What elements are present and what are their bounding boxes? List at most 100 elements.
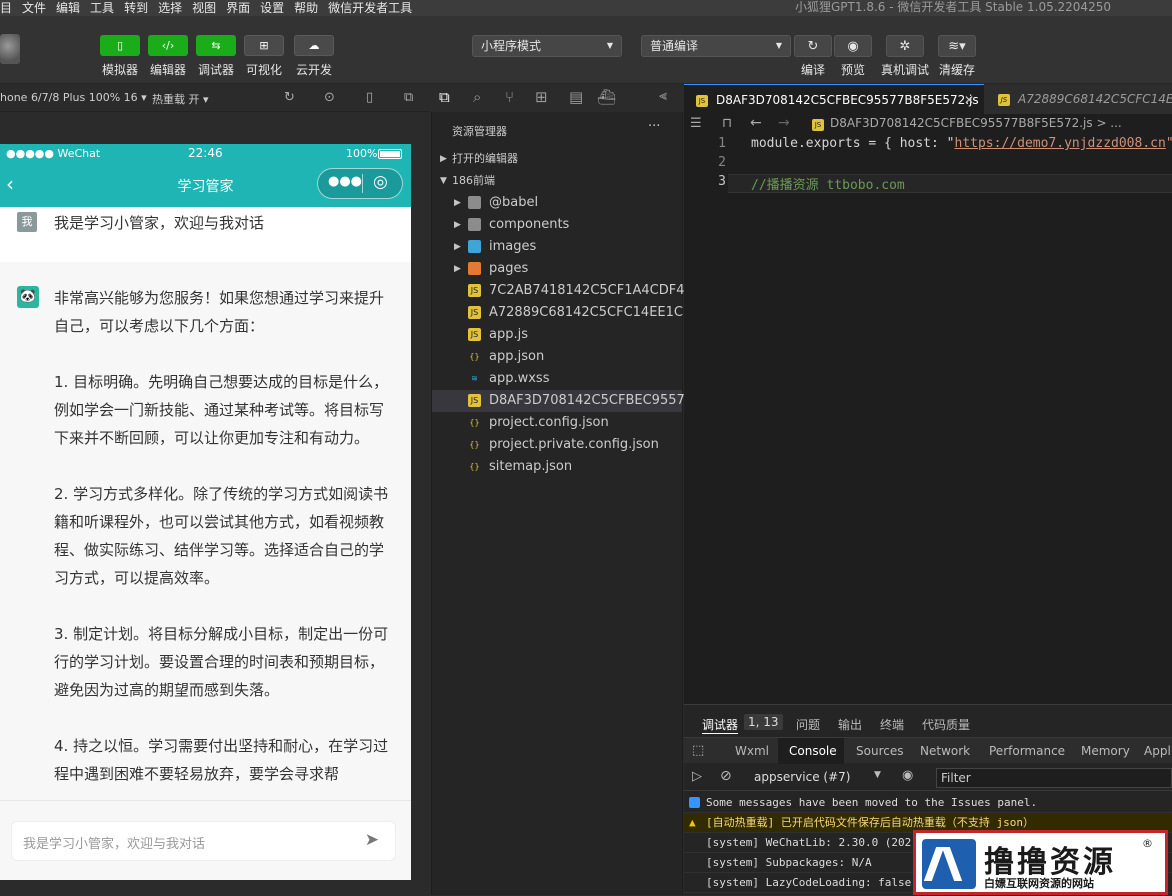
compile-select[interactable]: 普通编译 ▼	[641, 35, 791, 57]
menu-item-edit[interactable]: 编辑	[56, 0, 80, 16]
stop-icon[interactable]: ⊙	[324, 90, 335, 105]
more-icon[interactable]: ···	[648, 119, 660, 134]
file-tree-item-label: project.private.config.json	[489, 437, 659, 452]
code-url[interactable]: https://demo7.ynjdzzd008.cn	[955, 136, 1166, 151]
menu-item-wechat-devtools[interactable]: 微信开发者工具	[328, 0, 412, 16]
breadcrumb[interactable]: D8AF3D708142C5CFBEC95577B8F5E572.js > ..…	[830, 116, 1122, 130]
menu-item-interface[interactable]: 界面	[226, 0, 250, 16]
list-icon[interactable]: ☰	[690, 116, 702, 131]
open-editors-section[interactable]: ▶ 打开的编辑器	[432, 148, 682, 170]
log-text: [自动热重载] 已开启代码文件保存后自动热重载（不支持 json）	[706, 816, 1034, 829]
chat-input[interactable]: 我是学习小管家，欢迎与我对话 ➤	[11, 821, 396, 861]
detach-icon[interactable]: ⧉	[404, 90, 413, 105]
menu-item-project[interactable]: 目	[0, 0, 12, 16]
menu-item-select[interactable]: 选择	[158, 0, 182, 16]
tab-a72889[interactable]: JS A72889C68142C5CFC14EE1	[986, 84, 1172, 114]
tab-output[interactable]: 输出	[838, 716, 862, 733]
file-tree-item[interactable]: ≋ app.wxss	[432, 368, 682, 390]
chevron-down-icon: ▼	[775, 41, 782, 50]
eye-icon[interactable]: ◉	[902, 768, 913, 783]
docker-icon[interactable]: ⛴	[597, 88, 616, 106]
menu-bar: 目 文件 编辑 工具 转到 选择 视图 界面 设置 帮助 微信开发者工具 小狐狸…	[0, 0, 1172, 16]
hot-reload-select[interactable]: 热重载 开 ▾	[152, 91, 209, 107]
extensions-icon[interactable]: ⊞	[535, 88, 548, 106]
tab-memory[interactable]: Memory	[1081, 744, 1130, 758]
editor-button[interactable]: ‹/›	[148, 35, 188, 56]
file-tree-item[interactable]: ▶ @babel	[432, 192, 682, 214]
code-editor[interactable]: ☰ ⊓ ← → JS D8AF3D708142C5CFBEC95577B8F5E…	[684, 114, 1172, 704]
bookmark-icon[interactable]: ⊓	[722, 116, 732, 131]
menu-item-goto[interactable]: 转到	[124, 0, 148, 16]
menu-item-view[interactable]: 视图	[192, 0, 216, 16]
tab-performance[interactable]: Performance	[989, 744, 1065, 758]
file-tree-item-label: 7C2AB7418142C5CF1A4CDF464...	[489, 283, 714, 298]
search-icon[interactable]: ⌕	[473, 88, 481, 106]
more-icon[interactable]: ●●●	[328, 174, 362, 189]
file-tree-item[interactable]: {} sitemap.json	[432, 456, 682, 478]
file-tree-item[interactable]: ▶ components	[432, 214, 682, 236]
explorer-panel: 资源管理器 ··· ▶ 打开的编辑器 ▼ 186前端 ▶ @babel ▶ compo…	[431, 112, 714, 895]
file-tree-item[interactable]: JS D8AF3D708142C5CFBEC95577B...	[432, 390, 714, 412]
tab-console[interactable]: Console	[789, 744, 837, 758]
compile-button[interactable]: ↻	[794, 35, 832, 57]
debugger-button[interactable]: ⇆	[196, 35, 236, 56]
tab-problems[interactable]: 问题	[796, 716, 820, 733]
menu-item-tools[interactable]: 工具	[90, 0, 114, 16]
back-arrow-icon[interactable]: ←	[750, 115, 762, 131]
close-icon[interactable]: ✕	[964, 85, 974, 115]
phone-icon[interactable]: ▯	[366, 90, 373, 105]
tab-d8af3d[interactable]: JS D8AF3D708142C5CFBEC95577B8F5E572.js ✕	[684, 84, 984, 114]
file-tree-item[interactable]: JS app.js	[432, 324, 682, 346]
collapse-icon[interactable]: ⫷	[659, 88, 667, 104]
file-tree-item[interactable]: ▶ pages	[432, 258, 682, 280]
close-icon[interactable]: ◎	[373, 172, 388, 192]
sidebar-toggle-icon[interactable]: ▷	[692, 769, 702, 784]
preview-button[interactable]: ◉	[834, 35, 872, 57]
avatar[interactable]	[0, 34, 20, 64]
forward-arrow-icon[interactable]: →	[778, 115, 790, 131]
git-icon[interactable]: ⑂	[505, 88, 514, 106]
folder-icon	[468, 240, 481, 253]
file-tree-item[interactable]: {} project.config.json	[432, 412, 682, 434]
menu-item-settings[interactable]: 设置	[260, 0, 284, 16]
mode-select[interactable]: 小程序模式 ▼	[472, 35, 622, 57]
clear-cache-button[interactable]: ≋▾	[938, 35, 976, 57]
chevron-right-icon[interactable]: ▶	[454, 236, 461, 258]
panel-icon[interactable]: ▤	[569, 88, 583, 106]
simulator-button[interactable]: ▯	[100, 35, 140, 56]
menu-item-file[interactable]: 文件	[22, 0, 46, 16]
context-select[interactable]: appservice (#7)	[754, 770, 850, 784]
file-tree-item[interactable]: JS A72889C68142C5CFC14EE1C14...	[432, 302, 712, 324]
refresh-icon[interactable]: ↻	[284, 90, 295, 105]
project-section[interactable]: ▼ 186前端	[432, 170, 682, 192]
file-tree-item[interactable]: ▶ images	[432, 236, 682, 258]
code-icon: ‹/›	[161, 39, 175, 52]
tab-code-quality[interactable]: 代码质量	[922, 716, 970, 733]
remote-debug-button[interactable]: ✲	[886, 35, 924, 57]
tab-network[interactable]: Network	[920, 744, 970, 758]
clear-console-icon[interactable]: ⊘	[720, 768, 732, 784]
chevron-right-icon[interactable]: ▶	[454, 192, 461, 214]
tab-debugger[interactable]: 调试器	[702, 716, 739, 734]
tab-wxml[interactable]: Wxml	[735, 744, 769, 758]
file-tree-item[interactable]: {} app.json	[432, 346, 682, 368]
user-message: 我 我是学习小管家，欢迎与我对话	[0, 207, 411, 262]
files-icon[interactable]: ⧉	[439, 88, 450, 106]
send-icon[interactable]: ➤	[365, 830, 379, 850]
tab-sources[interactable]: Sources	[856, 744, 903, 758]
inspect-icon[interactable]: ⬚	[692, 743, 704, 758]
device-select[interactable]: hone 6/7/8 Plus 100% 16 ▾	[0, 91, 147, 104]
menu-item-help[interactable]: 帮助	[294, 0, 318, 16]
cloud-dev-button[interactable]: ☁	[294, 35, 334, 56]
tab-application[interactable]: Appl	[1144, 744, 1171, 758]
visual-button[interactable]: ⊞	[244, 35, 284, 56]
filter-input[interactable]: Filter	[936, 768, 1172, 788]
tab-terminal[interactable]: 终端	[880, 716, 904, 733]
chevron-right-icon[interactable]: ▶	[454, 214, 461, 236]
file-tree-item[interactable]: JS 7C2AB7418142C5CF1A4CDF464...	[432, 280, 713, 302]
folder-icon	[468, 262, 481, 275]
chevron-right-icon[interactable]: ▶	[454, 258, 461, 280]
debug-icon: ⇆	[211, 39, 221, 52]
remote-debug-label: 真机调试	[880, 63, 929, 77]
file-tree-item[interactable]: {} project.private.config.json	[432, 434, 682, 456]
